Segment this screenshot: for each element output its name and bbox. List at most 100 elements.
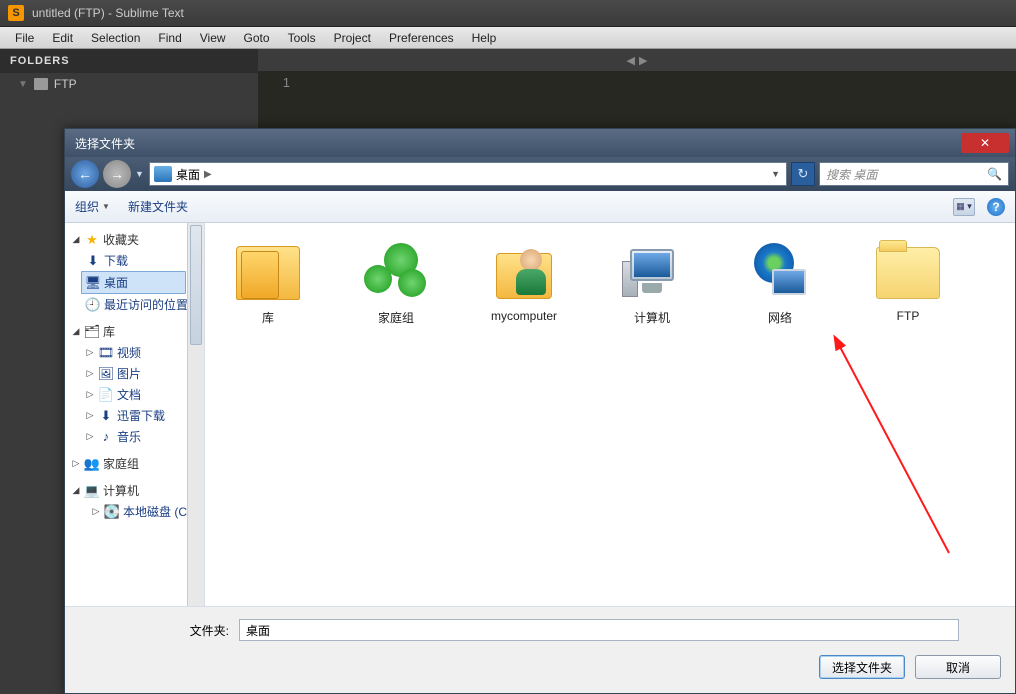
breadcrumb-location[interactable]: 桌面 [176, 166, 200, 183]
tree-item-music[interactable]: ▷♪音乐 [65, 426, 204, 447]
homegroup-icon: 👥 [84, 457, 100, 471]
tree-item-documents[interactable]: ▷📄文档 [65, 384, 204, 405]
user-folder-icon [496, 243, 552, 303]
app-menubar[interactable]: File Edit Selection Find View Goto Tools… [0, 27, 1016, 49]
cancel-button[interactable]: 取消 [915, 655, 1001, 679]
sidebar-folder-label: FTP [54, 77, 77, 91]
menu-preferences[interactable]: Preferences [380, 29, 463, 47]
menu-find[interactable]: Find [149, 29, 190, 47]
recent-icon: 🕘 [85, 298, 101, 312]
computer-icon [622, 245, 682, 301]
nav-forward-button[interactable]: → [103, 160, 131, 188]
content-area[interactable]: 库 家庭组 mycomputer 计算机 网络 FTP [205, 223, 1015, 606]
item-computer[interactable]: 计算机 [597, 235, 707, 326]
menu-view[interactable]: View [191, 29, 235, 47]
library-icon [236, 246, 300, 300]
dialog-close-button[interactable]: ✕ [961, 133, 1009, 153]
menu-tools[interactable]: Tools [279, 29, 325, 47]
breadcrumb-sep-icon[interactable]: ▶ [204, 169, 212, 180]
menu-goto[interactable]: Goto [235, 29, 279, 47]
app-titlebar: S untitled (FTP) - Sublime Text [0, 0, 1016, 27]
music-icon: ♪ [98, 430, 114, 444]
tree-scrollbar[interactable] [187, 223, 204, 606]
picture-icon: 🖼 [98, 367, 114, 381]
menu-help[interactable]: Help [463, 29, 506, 47]
tab-prev-icon[interactable]: ◀ [627, 54, 635, 67]
tree-item-desktop[interactable]: 🖥桌面 [81, 271, 186, 294]
sidebar-header: FOLDERS [0, 49, 258, 73]
library-icon: 🗂 [84, 325, 100, 339]
homegroup-icon [364, 243, 428, 303]
desktop-icon: 🖥 [85, 276, 101, 290]
item-label: mycomputer [491, 309, 557, 323]
star-icon: ★ [84, 233, 100, 247]
search-placeholder: 搜索 桌面 [826, 166, 877, 183]
organize-button[interactable]: 组织▼ [75, 198, 110, 215]
document-icon: 📄 [98, 388, 114, 402]
search-icon[interactable]: 🔍 [987, 167, 1002, 181]
item-ftp-folder[interactable]: FTP [853, 235, 963, 326]
folder-name-input[interactable] [239, 619, 959, 641]
nav-back-button[interactable]: ← [71, 160, 99, 188]
tree-collapse-icon[interactable]: ▼ [18, 79, 28, 90]
tree-item-video[interactable]: ▷🎞视频 [65, 342, 204, 363]
xunlei-icon: ⬇ [98, 409, 114, 423]
nav-history-drop-icon[interactable]: ▼ [135, 169, 145, 179]
tree-item-recent[interactable]: 🕘最近访问的位置 [65, 294, 204, 315]
network-icon [748, 243, 812, 303]
breadcrumb-drop-icon[interactable]: ▼ [771, 169, 780, 179]
folder-icon [876, 247, 940, 299]
annotation-arrow-icon [819, 333, 979, 568]
menu-selection[interactable]: Selection [82, 29, 149, 47]
menu-project[interactable]: Project [325, 29, 380, 47]
folder-picker-dialog: 选择文件夹 ✕ ← → ▼ 桌面 ▶ ▼ ↻ 搜索 桌面 🔍 组织▼ 新建文件夹… [64, 128, 1016, 694]
dialog-navbar: ← → ▼ 桌面 ▶ ▼ ↻ 搜索 桌面 🔍 [65, 157, 1015, 191]
tab-next-icon[interactable]: ▶ [639, 54, 647, 67]
item-label: 库 [262, 309, 274, 326]
download-icon: ⬇ [85, 254, 101, 268]
drive-icon: 💽 [104, 505, 120, 519]
item-label: 计算机 [634, 309, 670, 326]
breadcrumb-bar[interactable]: 桌面 ▶ ▼ [149, 162, 787, 186]
tree-item-xunlei[interactable]: ▷⬇迅雷下载 [65, 405, 204, 426]
dialog-title: 选择文件夹 [75, 135, 135, 152]
view-options-button[interactable]: ▦ ▾ [953, 198, 975, 216]
tree-libraries[interactable]: ◢🗂库 [65, 321, 204, 342]
folder-field-label: 文件夹: [79, 622, 229, 639]
help-button[interactable]: ? [987, 198, 1005, 216]
refresh-button[interactable]: ↻ [791, 162, 815, 186]
computer-icon: 💻 [84, 484, 100, 498]
item-libraries[interactable]: 库 [213, 235, 323, 326]
app-title: untitled (FTP) - Sublime Text [32, 6, 184, 20]
item-label: FTP [897, 309, 920, 323]
select-folder-button[interactable]: 选择文件夹 [819, 655, 905, 679]
sidebar-folder-ftp[interactable]: ▼ FTP [0, 73, 258, 95]
tree-computer[interactable]: ◢💻计算机 [65, 480, 204, 501]
menu-edit[interactable]: Edit [43, 29, 82, 47]
video-icon: 🎞 [98, 346, 114, 360]
tree-item-drive-c[interactable]: ▷💽本地磁盘 (C:) [65, 501, 204, 522]
chevron-down-icon: ▼ [102, 202, 110, 211]
item-label: 网络 [768, 309, 792, 326]
menu-file[interactable]: File [6, 29, 43, 47]
item-mycomputer[interactable]: mycomputer [469, 235, 579, 326]
tree-item-downloads[interactable]: ⬇下载 [65, 250, 204, 271]
new-folder-button[interactable]: 新建文件夹 [128, 198, 188, 215]
tree-favorites[interactable]: ◢★收藏夹 [65, 229, 204, 250]
item-label: 家庭组 [378, 309, 414, 326]
folder-icon [34, 78, 48, 90]
tree-item-pictures[interactable]: ▷🖼图片 [65, 363, 204, 384]
search-input[interactable]: 搜索 桌面 🔍 [819, 162, 1009, 186]
line-number: 1 [283, 75, 290, 90]
dialog-toolbar: 组织▼ 新建文件夹 ▦ ▾ ? [65, 191, 1015, 223]
nav-tree[interactable]: ◢★收藏夹 ⬇下载 🖥桌面 🕘最近访问的位置 ◢🗂库 ▷🎞视频 ▷🖼图片 ▷📄文… [65, 223, 205, 606]
desktop-icon [154, 166, 172, 182]
scrollbar-thumb[interactable] [190, 225, 202, 345]
tree-homegroup[interactable]: ▷👥家庭组 [65, 453, 204, 474]
item-homegroup[interactable]: 家庭组 [341, 235, 451, 326]
item-network[interactable]: 网络 [725, 235, 835, 326]
dialog-titlebar[interactable]: 选择文件夹 ✕ [65, 129, 1015, 157]
tab-bar: ◀▶ [258, 49, 1016, 71]
line-gutter: 1 [258, 71, 298, 94]
sublime-logo-icon: S [8, 5, 24, 21]
